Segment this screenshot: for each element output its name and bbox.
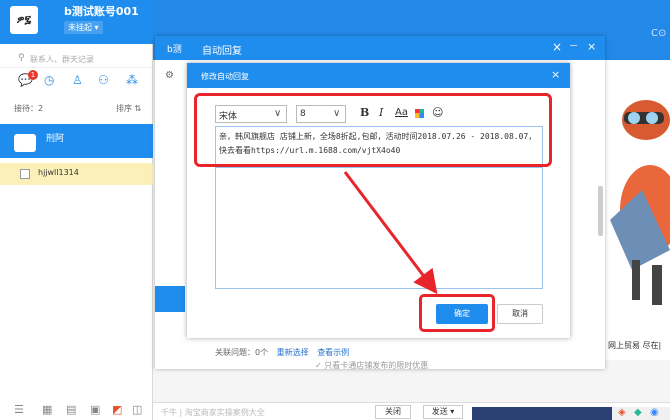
trade-slogan: 网上贸易 尽在|: [608, 341, 662, 350]
taskbar-icons: ◈ ◆ ◉: [612, 407, 670, 420]
contact-avatar: [14, 134, 36, 152]
related-questions: 关联问题：0个 重新选择 查看示例: [215, 347, 349, 358]
related-count: 关联问题：0个: [215, 348, 269, 357]
dialog-title: 自动回复: [202, 46, 242, 57]
minimize-icon[interactable]: −: [569, 39, 578, 52]
contact-item[interactable]: hjjwll1314: [0, 163, 153, 185]
menu-icon[interactable]: ☰: [14, 403, 24, 416]
list-icon[interactable]: ▣: [90, 403, 100, 416]
search-placeholder: 联系人、群天记录: [30, 55, 94, 64]
edit-dialog-title: 修改自动回复: [201, 72, 249, 81]
filter-hint[interactable]: ✓ 只看卡通店铺发布的限时优惠: [315, 360, 428, 371]
auto-reply-titlebar: b测 自动回复 × − ×: [155, 36, 605, 60]
contact-item-active[interactable]: 刑阿: [0, 124, 153, 158]
editor-divider: [216, 167, 542, 168]
account-name: b测试账号001: [64, 5, 139, 18]
mascot-illustration: [610, 100, 670, 305]
org-icon[interactable]: ⁂: [126, 73, 138, 87]
contact-name: hjjwll1314: [38, 168, 79, 177]
mascot-image: [602, 60, 670, 360]
window-label: b测: [167, 45, 182, 55]
window-icon[interactable]: ◫: [132, 403, 142, 416]
dark-banner: [472, 407, 612, 420]
selected-row-marker: [155, 286, 185, 312]
sort-button[interactable]: 排序 ⇅: [116, 103, 141, 114]
footer-hint[interactable]: 千牛 | 淘宝商家实操案例大全: [161, 407, 265, 418]
status-dropdown[interactable]: 未挂起 ▾: [64, 21, 103, 34]
contact-avatar: [20, 169, 30, 179]
avatar[interactable]: ዎ፯: [10, 6, 38, 34]
left-panel: ዎ፯ b测试账号001 未挂起 ▾ ⚲ 联系人、群天记录 💬 ◷ ♙ ⚇ ⁂ 1…: [0, 0, 153, 420]
annotation-box-editor: [194, 93, 552, 167]
gear-icon[interactable]: ⚙: [165, 70, 174, 81]
contact-icon[interactable]: ♙: [72, 73, 83, 87]
cancel-button[interactable]: 取消: [497, 304, 543, 324]
account-header: ዎ፯ b测试账号001 未挂起 ▾: [0, 0, 153, 44]
bottom-toolbar: ☰ ▦ ▤ ▣ ◩ ◫: [0, 400, 153, 420]
close-icon[interactable]: ×: [552, 40, 562, 54]
annotation-box-confirm: [419, 294, 495, 332]
tray-icon[interactable]: ◆: [634, 407, 642, 418]
wait-row: 接待：2 排序 ⇅: [0, 101, 153, 115]
edit-dialog-titlebar: 修改自动回复 ×: [187, 63, 570, 88]
clock-icon[interactable]: ◷: [44, 73, 54, 87]
grid-icon[interactable]: ▦: [42, 403, 52, 416]
group-icon[interactable]: ⚇: [98, 73, 109, 87]
calendar-icon[interactable]: ▤: [66, 403, 76, 416]
unread-badge: 1: [28, 70, 38, 80]
close-window-icon[interactable]: ×: [587, 40, 596, 53]
corner-icon[interactable]: C⊙: [651, 28, 666, 39]
scrollbar[interactable]: [598, 186, 603, 236]
search-icon: ⚲: [18, 53, 25, 63]
wait-count: 接待：2: [14, 104, 44, 113]
close-icon[interactable]: ×: [551, 68, 560, 81]
tray-icon[interactable]: ◈: [618, 407, 626, 418]
tab-icon-row: 💬 ◷ ♙ ⚇ ⁂: [0, 73, 153, 93]
search-input[interactable]: ⚲ 联系人、群天记录: [0, 50, 153, 68]
view-example-link[interactable]: 查看示例: [317, 348, 349, 357]
tray-icon[interactable]: ◉: [650, 407, 659, 418]
reselect-link[interactable]: 重新选择: [277, 348, 309, 357]
contact-name: 刑阿: [46, 134, 65, 144]
app-icon[interactable]: ◩: [112, 403, 122, 416]
send-button[interactable]: 发送 ▾: [423, 405, 463, 419]
close-chat-button[interactable]: 关闭: [375, 405, 411, 419]
